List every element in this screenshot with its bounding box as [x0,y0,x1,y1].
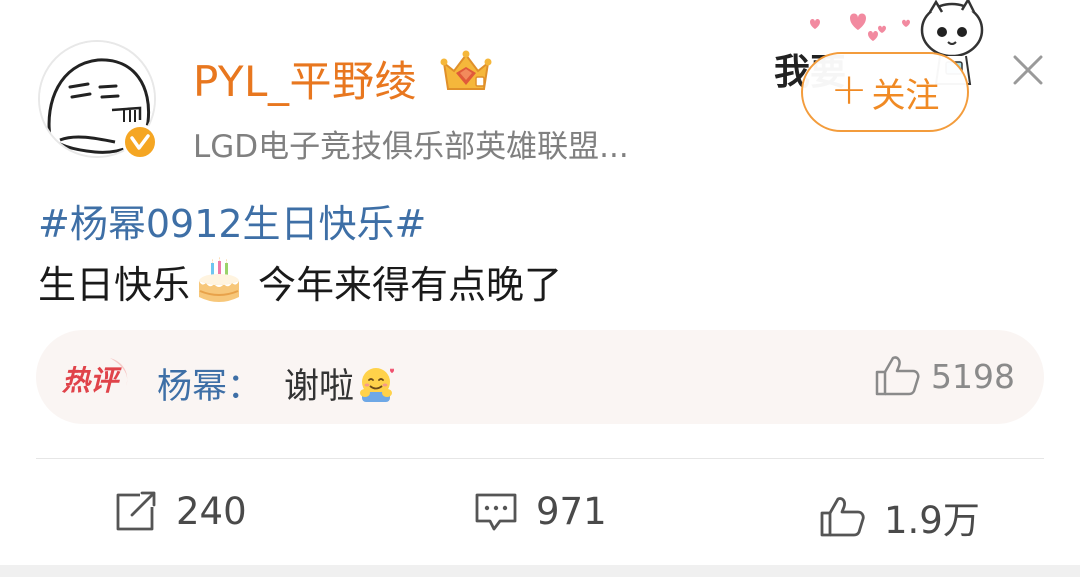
comment-count: 971 [536,490,607,533]
avatar-container[interactable] [38,40,158,160]
topic-hashtag-link[interactable]: #杨幂0912生日快乐# [38,193,426,248]
close-icon[interactable] [1010,52,1046,88]
username[interactable]: PYL_平野绫 [193,48,417,109]
comment-icon [475,493,517,530]
post-text: 生日快乐 今年来得有点晚了 [38,254,562,309]
hot-comment-text: 谢啦 [284,358,396,409]
divider [36,458,1044,459]
hot-comment-body: 谢啦 [284,367,355,407]
follow-label: 关注 [871,75,940,116]
user-bio: LGD电子竞技俱乐部英雄联盟... [193,129,629,165]
hot-comment-badge: 热评 [61,358,128,396]
hot-comment-like-button[interactable]: 5198 [873,354,1015,398]
thumbs-up-icon [820,497,865,537]
thumbs-up-icon [875,356,920,396]
post-text-part-1: 生日快乐 [38,263,191,307]
hug-emoji-icon [360,367,395,402]
hot-comment-like-count: 5198 [931,356,1015,396]
post-text-part-2: 今年来得有点晚了 [258,263,563,307]
verified-badge-icon [122,124,158,160]
bottom-separator [0,565,1080,577]
svg-text:热评: 热评 [61,365,122,396]
repost-count: 240 [176,490,247,533]
birthday-cake-emoji-icon [199,256,240,302]
hot-comment-author[interactable]: 杨幂： [157,358,262,409]
plus-icon: + [830,64,868,115]
repost-button[interactable]: 240 [114,490,247,533]
like-button[interactable]: 1.9万 [818,490,980,544]
member-crown-icon [440,50,492,90]
follow-button[interactable]: + 关注 [801,52,969,132]
weibo-post-card: PYL_平野绫 LGD电子竞技俱乐部英雄联盟... 我要 + 关注 #杨幂091 [0,0,1080,577]
share-icon [116,491,156,530]
like-count: 1.9万 [884,499,980,542]
comment-button[interactable]: 971 [474,490,607,533]
